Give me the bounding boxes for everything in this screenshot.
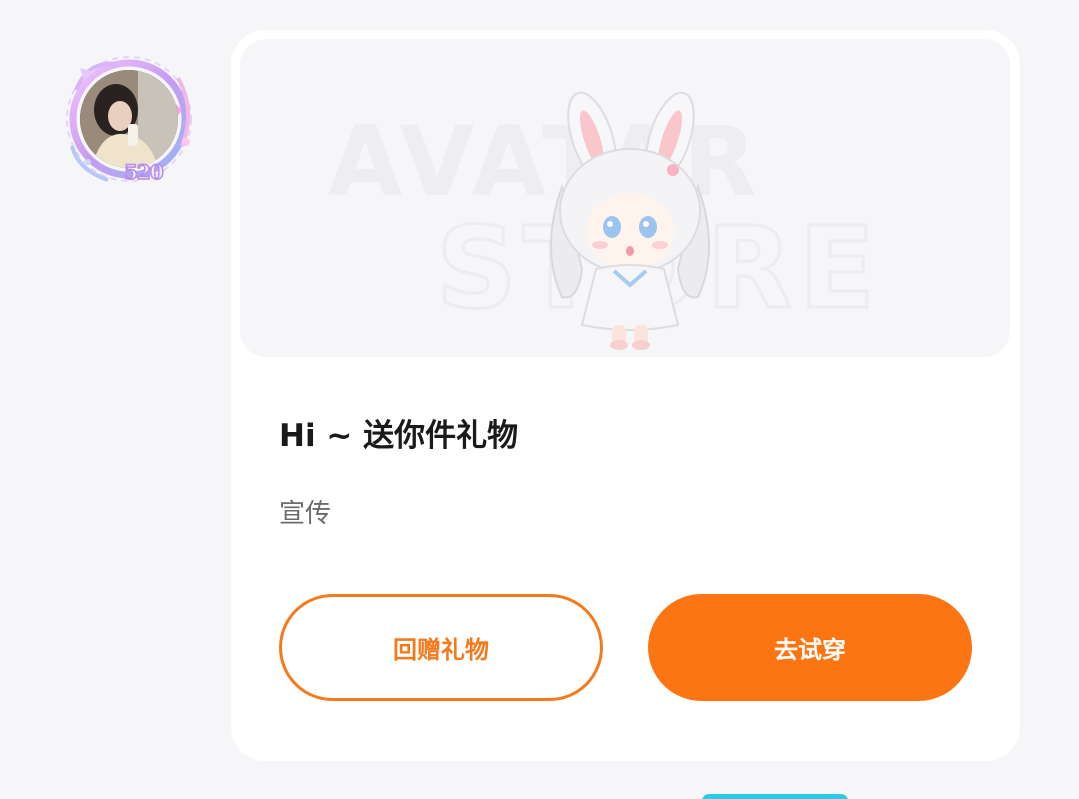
next-message-pill [702,794,848,799]
user-photo-icon [80,70,178,168]
gift-banner: AVATAR STORE [240,39,1010,357]
page: 520 AVATAR STORE [0,0,1079,799]
gift-title: Hi ~ 送你件礼物 [279,418,519,454]
avatar-badge: 520 [123,159,164,185]
try-on-button[interactable]: 去试穿 [648,594,972,701]
sender-avatar[interactable]: 520 [58,50,200,192]
avatar-photo [80,70,178,168]
return-gift-button[interactable]: 回赠礼物 [279,594,603,701]
gift-subtitle: 宣传 [279,499,332,529]
banner-art: AVATAR STORE [328,91,877,350]
gift-card: AVATAR STORE [231,30,1020,761]
